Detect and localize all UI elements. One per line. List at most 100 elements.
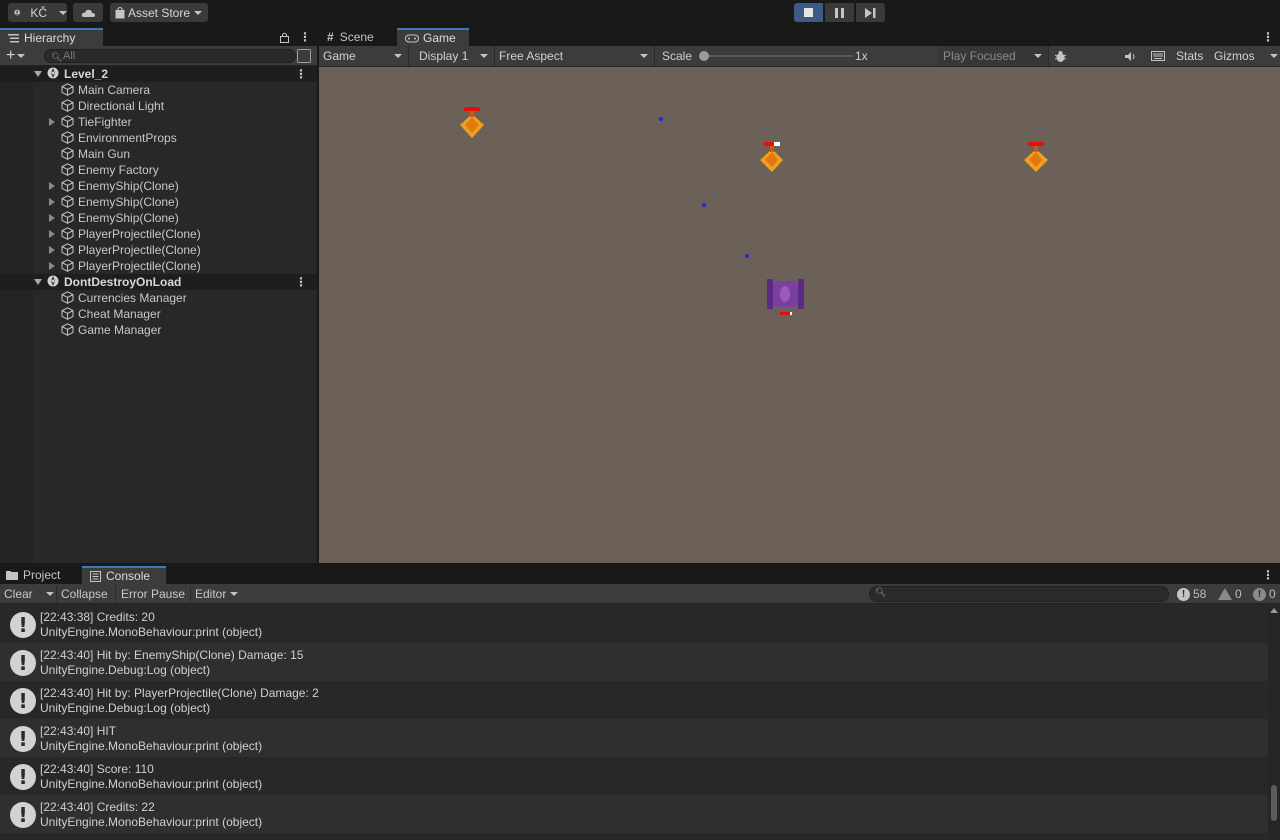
hierarchy-item[interactable]: EnemyShip(Clone) [0, 178, 317, 194]
account-dropdown[interactable]: KČ [8, 3, 67, 22]
more-options-icon[interactable]: ⋮ [299, 30, 311, 44]
step-button[interactable] [856, 3, 885, 22]
stop-button[interactable] [794, 3, 823, 22]
lock-icon[interactable] [280, 32, 289, 43]
search-placeholder: All [63, 50, 76, 62]
shopping-bag-icon [115, 6, 125, 18]
keyboard-icon[interactable] [1151, 46, 1165, 66]
scene-header[interactable]: Level_2 ⋮ [0, 66, 317, 82]
tab-project[interactable]: Project [0, 566, 80, 584]
tab-hierarchy[interactable]: Hierarchy [0, 28, 103, 46]
foldout-collapsed-icon[interactable] [49, 214, 55, 222]
hierarchy-item[interactable]: Main Gun [0, 146, 317, 162]
editor-dropdown[interactable]: Editor [191, 584, 242, 604]
hierarchy-item[interactable]: Directional Light [0, 98, 317, 114]
asset-store-dropdown[interactable]: Asset Store [110, 3, 208, 22]
scale-slider-track[interactable] [703, 55, 853, 57]
more-options-icon[interactable]: ⋮ [1262, 30, 1274, 44]
scale-label: Scale [662, 49, 693, 63]
hierarchy-item[interactable]: Main Camera [0, 82, 317, 98]
collapse-toggle[interactable]: Collapse [57, 584, 112, 604]
foldout-collapsed-icon[interactable] [49, 262, 55, 270]
create-button[interactable]: + [6, 47, 32, 64]
error-pause-toggle[interactable]: Error Pause [117, 584, 189, 604]
error-icon: ! [1253, 587, 1266, 601]
gizmos-button[interactable]: Gizmos [1214, 46, 1255, 66]
health-bar [1028, 142, 1044, 146]
warning-count-toggle[interactable]: 0 [1218, 584, 1242, 604]
hierarchy-item[interactable]: PlayerProjectile(Clone) [0, 258, 317, 274]
cloud-button[interactable] [73, 3, 103, 22]
foldout-collapsed-icon[interactable] [49, 198, 55, 206]
chevron-down-icon [480, 54, 488, 58]
projectile [702, 203, 706, 207]
tab-scene[interactable]: # Scene [319, 28, 397, 46]
foldout-collapsed-icon[interactable] [49, 230, 55, 238]
gizmos-dropdown[interactable] [1266, 46, 1278, 66]
hierarchy-item[interactable]: Game Manager [0, 322, 317, 338]
console-toolbar: Clear Collapse Error Pause Editor 🔍︎ ! 5… [0, 584, 1280, 604]
console-log-entry[interactable]: ! [22:43:38] Credits: 20 UnityEngine.MonoB… [0, 605, 1268, 643]
console-log-entry[interactable]: ! [22:43:40] Hit by: PlayerProjectile(Clo… [0, 681, 1268, 719]
hierarchy-search-input[interactable]: 🔍︎ All [44, 49, 296, 63]
pause-button[interactable] [825, 3, 854, 22]
scene-name: DontDestroyOnLoad [64, 275, 182, 289]
log-count-toggle[interactable]: ! 58 [1177, 584, 1206, 604]
foldout-collapsed-icon[interactable] [49, 246, 55, 254]
view-mode-dropdown[interactable]: Game [319, 46, 409, 66]
foldout-expanded-icon[interactable] [34, 279, 42, 285]
view-tabstrip: # Scene Game ⋮ [319, 28, 1280, 46]
foldout-collapsed-icon[interactable] [49, 182, 55, 190]
clear-options-dropdown[interactable] [38, 584, 56, 604]
error-count-toggle[interactable]: ! 0 [1253, 584, 1276, 604]
hierarchy-item[interactable]: EnvironmentProps [0, 130, 317, 146]
playmode-controls [794, 3, 885, 22]
more-options-icon[interactable]: ⋮ [295, 275, 307, 289]
tab-console[interactable]: Console [82, 566, 166, 584]
scroll-up-icon[interactable] [1270, 608, 1278, 613]
play-mode-dropdown[interactable]: Play Focused [939, 46, 1049, 66]
console-search-input[interactable]: 🔍︎ [869, 586, 1169, 602]
scale-slider-handle[interactable] [699, 51, 709, 61]
log-message: [22:43:40] Hit by: PlayerProjectile(Clon… [40, 686, 319, 700]
audio-icon[interactable] [1124, 46, 1138, 66]
scene-header[interactable]: DontDestroyOnLoad ⋮ [0, 274, 317, 290]
more-options-icon[interactable]: ⋮ [1262, 568, 1274, 582]
chevron-down-icon [230, 592, 239, 596]
game-viewport[interactable] [319, 67, 1280, 563]
stats-button[interactable]: Stats [1176, 46, 1203, 66]
hierarchy-item[interactable]: EnemyShip(Clone) [0, 210, 317, 226]
bug-icon[interactable] [1054, 46, 1068, 66]
scene-search-icon[interactable] [297, 49, 311, 63]
hierarchy-item[interactable]: PlayerProjectile(Clone) [0, 226, 317, 242]
console-scrollbar[interactable] [1268, 605, 1280, 840]
hierarchy-item[interactable]: Cheat Manager [0, 306, 317, 322]
tab-game[interactable]: Game [397, 28, 469, 46]
search-icon: 🔍︎ [51, 52, 63, 62]
hierarchy-item[interactable]: Enemy Factory [0, 162, 317, 178]
warning-count: 0 [1235, 587, 1242, 601]
gameobject-name: EnemyShip(Clone) [78, 179, 179, 193]
console-log-entry[interactable]: ! [22:43:40] HIT UnityEngine.MonoBehaviour… [0, 719, 1268, 757]
tab-label: Console [106, 569, 151, 583]
chevron-down-icon [640, 54, 648, 58]
hierarchy-item[interactable]: TieFighter [0, 114, 317, 130]
scrollbar-thumb[interactable] [1271, 785, 1277, 821]
asset-store-label: Asset Store [128, 5, 191, 20]
foldout-collapsed-icon[interactable] [49, 118, 55, 126]
info-message-icon: ! [10, 802, 36, 828]
clear-button[interactable]: Clear [0, 584, 37, 604]
more-options-icon[interactable]: ⋮ [295, 67, 307, 81]
console-log-entry[interactable]: ! [22:43:40] Hit by: EnemyShip(Clone) Dam… [0, 643, 1268, 681]
hierarchy-item[interactable]: Currencies Manager [0, 290, 317, 306]
console-log-entry[interactable]: ! [22:43:40] Credits: 22 UnityEngine.MonoB… [0, 795, 1268, 833]
chevron-down-icon [1270, 54, 1278, 58]
console-log-entry[interactable]: ! [22:43:40] Score: 110 UnityEngine.MonoBe… [0, 757, 1268, 795]
hierarchy-tabstrip: Hierarchy ⋮ [0, 28, 317, 46]
display-dropdown[interactable]: Display 1 [415, 46, 495, 66]
hierarchy-item[interactable]: EnemyShip(Clone) [0, 194, 317, 210]
hierarchy-item[interactable]: PlayerProjectile(Clone) [0, 242, 317, 258]
aspect-dropdown[interactable]: Free Aspect [495, 46, 655, 66]
foldout-expanded-icon[interactable] [34, 71, 42, 77]
step-icon [865, 7, 876, 18]
